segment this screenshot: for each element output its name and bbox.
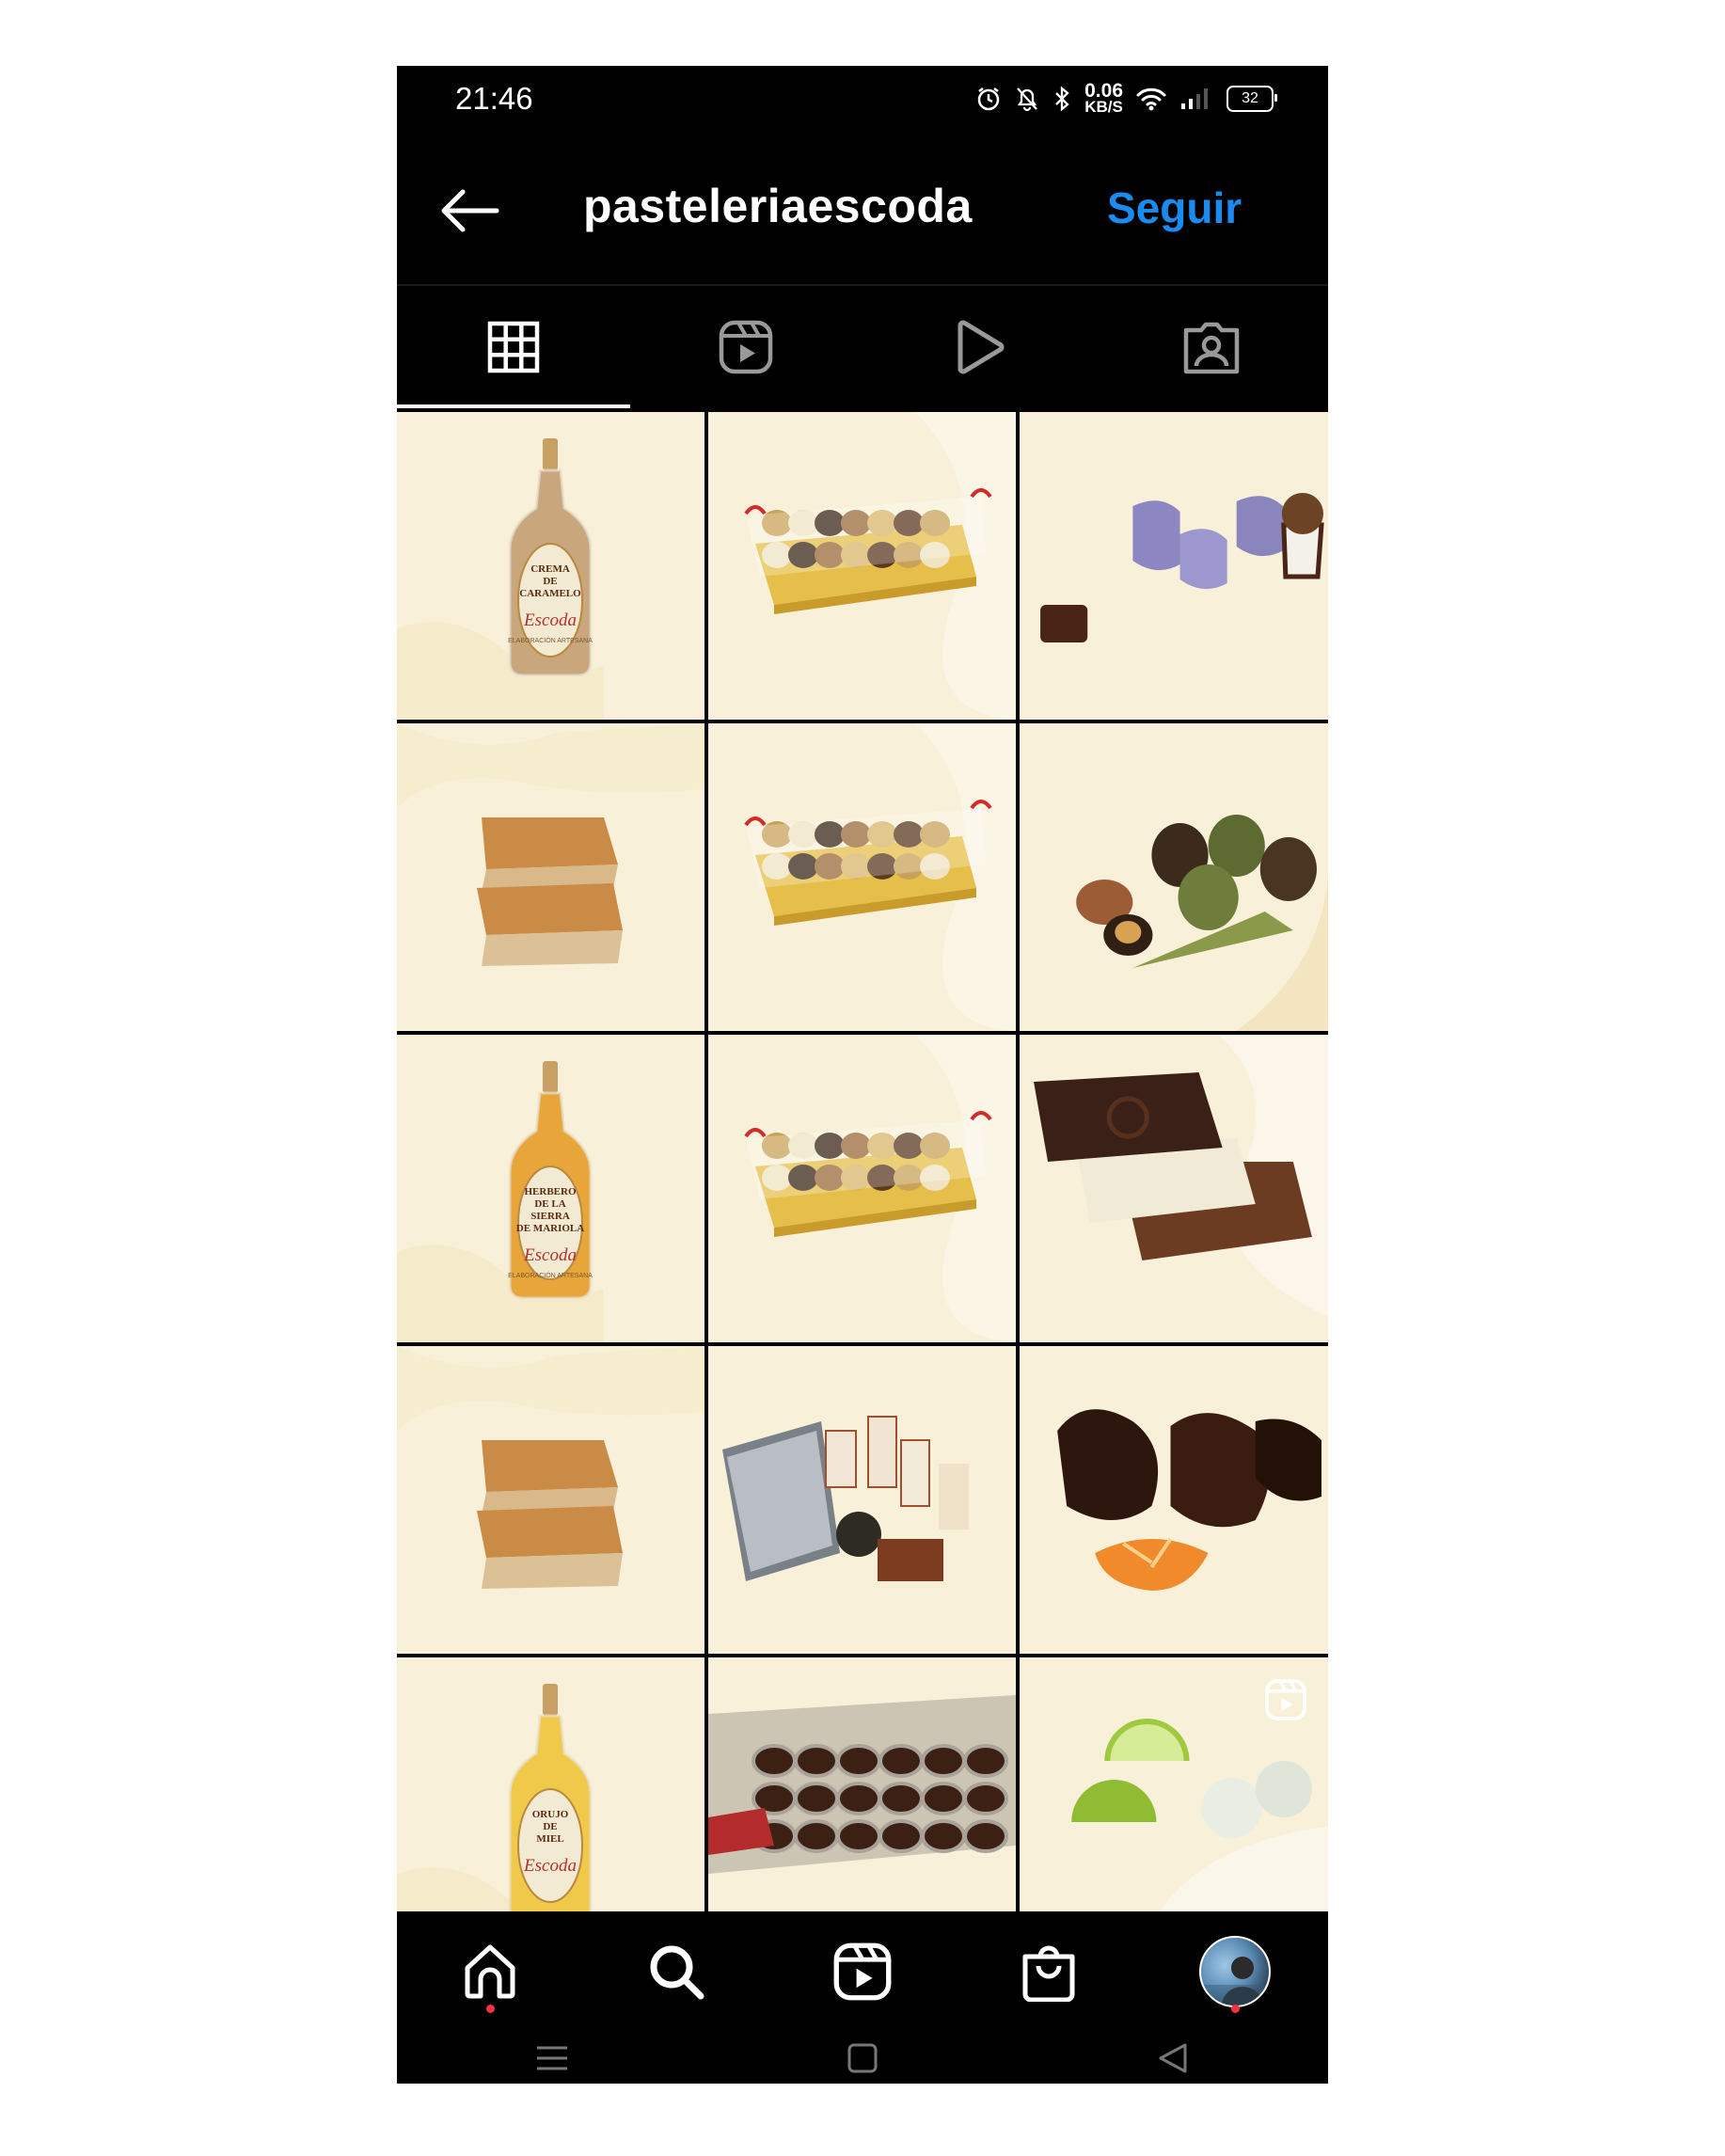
tagged-icon — [1184, 322, 1240, 374]
bluetooth-icon — [1055, 86, 1069, 112]
post-image — [1020, 1346, 1328, 1654]
menu-icon — [537, 2046, 567, 2069]
tab-reels[interactable] — [630, 286, 863, 408]
svg-text:MIEL: MIEL — [536, 1833, 563, 1845]
mute-icon — [1017, 87, 1037, 112]
svg-text:Escoda: Escoda — [523, 1856, 577, 1876]
grid-post-sponge-cake[interactable] — [397, 1346, 704, 1654]
search-icon — [650, 1945, 704, 2000]
shop-icon — [1022, 1945, 1075, 2002]
alarm-icon — [977, 87, 1000, 111]
post-image — [1020, 412, 1328, 720]
grid-post-chocolate-rocks[interactable] — [1020, 1346, 1328, 1654]
grid-post-herbs-liqueur-bottle[interactable]: HERBERO DE LA SIERRA DE MARIOLA Escoda ELAB… — [397, 1035, 704, 1342]
posts-grid: CREMA DE CARAMELO Escoda ELABORACIÓN ARTES… — [397, 412, 1328, 1911]
tab-tagged[interactable] — [1096, 286, 1329, 408]
system-navigation — [397, 2032, 1328, 2084]
post-image — [1020, 1035, 1328, 1342]
status-icons: 0.06 KB/S 32 — [975, 80, 1277, 116]
svg-text:ORUJO: ORUJO — [532, 1809, 569, 1820]
phone-screen: 21:46 0.06 KB/S 32 pasteleriaescoda Segui… — [397, 66, 1328, 2084]
profile-username: pasteleriaescoda — [583, 180, 973, 232]
grid-post-honey-liqueur-bottle[interactable]: ORUJO DE MIEL Escoda — [397, 1657, 704, 1911]
arrow-left-icon[interactable] — [438, 188, 500, 233]
post-image — [397, 723, 704, 1031]
svg-text:CREMA: CREMA — [530, 563, 570, 575]
grid-post-gift-tray[interactable] — [708, 412, 1016, 720]
grid-post-chocolate-cups-tray[interactable] — [708, 1657, 1016, 1911]
play-icon — [957, 320, 1005, 374]
sys-back-button[interactable] — [1018, 2032, 1328, 2084]
grid-post-caramel-liqueur-bottle[interactable]: CREMA DE CARAMELO Escoda ELABORACIÓN ARTES… — [397, 412, 704, 720]
signal-icon — [1181, 88, 1208, 109]
home-square-icon — [847, 2043, 878, 2072]
profile-notification-dot — [1230, 2005, 1240, 2013]
home-icon — [465, 1944, 515, 1999]
post-image — [708, 412, 1016, 720]
svg-text:Escoda: Escoda — [523, 1245, 577, 1265]
post-image — [708, 1035, 1016, 1342]
wifi-icon — [1136, 87, 1166, 111]
tab-videos[interactable] — [862, 286, 1096, 408]
svg-text:DE: DE — [543, 1821, 557, 1832]
svg-text:DE MARIOLA: DE MARIOLA — [516, 1223, 584, 1234]
nav-profile[interactable] — [1142, 1911, 1328, 2032]
battery-icon: 32 — [1226, 86, 1277, 112]
post-image — [708, 723, 1016, 1031]
sys-menu-button[interactable] — [397, 2032, 707, 2084]
grid-post-gift-tray[interactable] — [708, 1035, 1016, 1342]
grid-icon — [487, 321, 539, 373]
tab-posts-grid[interactable] — [397, 286, 630, 408]
svg-text:Escoda: Escoda — [523, 610, 577, 630]
nav-home[interactable] — [397, 1911, 583, 2032]
grid-post-gift-box[interactable] — [708, 1346, 1016, 1654]
post-image: CREMADECARAMELO Escoda ELABORACIÓN ARTES… — [397, 412, 704, 720]
svg-text:DE: DE — [543, 576, 557, 587]
grid-post-lime-truffles[interactable] — [1020, 1657, 1328, 1911]
follow-button[interactable]: Seguir — [1107, 182, 1242, 233]
svg-text:ELABORACIÓN ARTESANA: ELABORACIÓN ARTESANA — [508, 636, 593, 644]
bottom-nav — [397, 1911, 1328, 2032]
reels-icon — [833, 1942, 892, 2001]
profile-header: pasteleriaescoda Seguir — [397, 141, 1328, 282]
post-image: ORUJODEMIEL Escoda — [397, 1657, 704, 1911]
post-image — [397, 1346, 704, 1654]
reels-icon — [1265, 1679, 1306, 1720]
svg-text:SIERRA: SIERRA — [530, 1211, 570, 1222]
svg-text:HERBERO: HERBERO — [524, 1186, 576, 1197]
status-time: 21:46 — [455, 81, 533, 116]
profile-tabs — [397, 286, 1328, 408]
nav-shop[interactable] — [956, 1911, 1142, 2032]
post-image — [708, 1657, 1016, 1911]
svg-text:DE LA: DE LA — [534, 1198, 565, 1210]
sys-home-button[interactable] — [707, 2032, 1018, 2084]
back-triangle-icon — [1159, 2043, 1187, 2072]
grid-post-chocolate-almonds[interactable] — [1020, 723, 1328, 1031]
svg-text:CARAMELO: CARAMELO — [519, 588, 581, 599]
svg-text:ELABORACIÓN ARTESANA: ELABORACIÓN ARTESANA — [508, 1271, 593, 1279]
grid-post-sponge-cake[interactable] — [397, 723, 704, 1031]
post-image — [708, 1346, 1016, 1654]
grid-post-gift-tray[interactable] — [708, 723, 1016, 1031]
nav-reels[interactable] — [769, 1911, 956, 2032]
status-bar: 21:46 0.06 KB/S 32 — [397, 66, 1328, 141]
nav-search[interactable] — [583, 1911, 769, 2032]
profile-avatar — [1199, 1936, 1271, 2007]
post-image — [1020, 723, 1328, 1031]
grid-post-coconut-sweets[interactable] — [1020, 412, 1328, 720]
net-speed: 0.06 KB/S — [1084, 80, 1123, 116]
grid-post-chocolate-bars[interactable] — [1020, 1035, 1328, 1342]
post-image: HERBERODE LASIERRADE MARIOLA Escoda ELAB… — [397, 1035, 704, 1342]
reels-icon — [720, 320, 773, 374]
home-notification-dot — [485, 2005, 495, 2013]
